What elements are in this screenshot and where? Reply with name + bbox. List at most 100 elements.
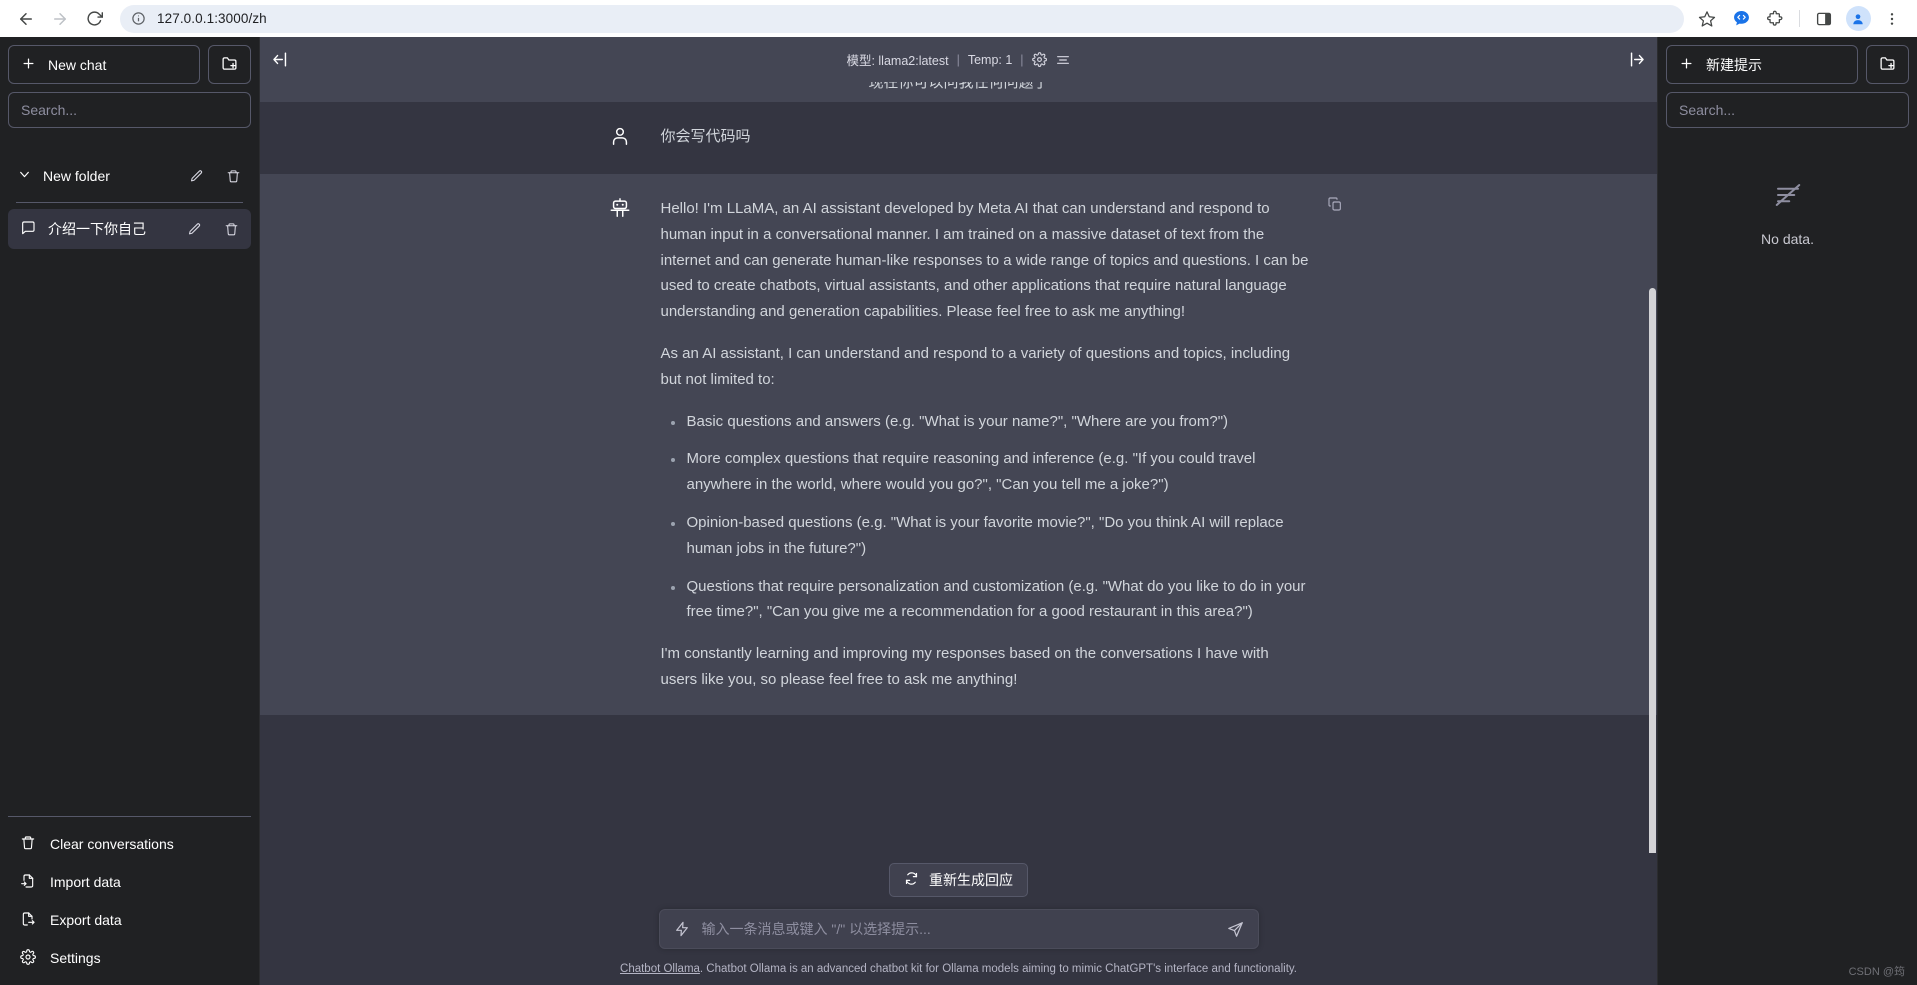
left-sidebar-top-row: New chat (8, 45, 251, 84)
copy-icon[interactable] (1327, 196, 1343, 217)
extensions-puzzle-icon[interactable] (1760, 4, 1790, 34)
conversation-edit-icon[interactable] (187, 222, 202, 237)
bookmark-star-icon[interactable] (1692, 4, 1722, 34)
new-chat-label: New chat (48, 56, 107, 73)
profile-avatar[interactable] (1843, 4, 1873, 34)
chat-header: 模型: llama2:latest | Temp: 1 | (260, 37, 1657, 82)
import-icon (20, 873, 36, 892)
settings-label: Settings (50, 950, 101, 966)
import-data-button[interactable]: Import data (8, 863, 251, 901)
assistant-paragraph-3: I'm constantly learning and improving my… (660, 645, 1269, 688)
clear-conversations-button[interactable]: Clear conversations (8, 825, 251, 863)
conversation-settings-gear-icon[interactable] (1031, 52, 1047, 67)
collapse-left-sidebar-button[interactable] (272, 50, 291, 69)
clear-conversations-label: Clear conversations (50, 836, 174, 852)
prompts-empty-state: No data. (1666, 180, 1909, 247)
conversation-item[interactable]: 介绍一下你自己 (8, 209, 251, 249)
prompt-shortcut-bolt-icon[interactable] (674, 921, 690, 937)
conversation-title: 介绍一下你自己 (48, 221, 146, 237)
header-separator-2: | (1020, 52, 1024, 67)
browser-back-button[interactable] (10, 3, 42, 35)
address-bar[interactable]: 127.0.0.1:3000/zh (120, 4, 1684, 33)
user-message-text: 你会写代码吗 (660, 128, 751, 145)
composer-area: 重新生成回应 输入一条消息或键入 "/" 以选择提示... Chatbot Ol… (260, 853, 1657, 985)
left-sidebar: New chat Search... New folder 介绍一下你自己 Cl… (0, 37, 260, 985)
header-separator-1: | (956, 52, 960, 67)
prompt-search-input[interactable]: Search... (1666, 92, 1909, 128)
browser-reload-button[interactable] (78, 3, 110, 35)
chat-scrollbar-thumb[interactable] (1649, 288, 1656, 853)
chevron-down-icon[interactable] (18, 168, 31, 184)
message-input[interactable]: 输入一条消息或键入 "/" 以选择提示... (658, 909, 1259, 949)
export-data-label: Export data (50, 912, 122, 928)
sidebar-search-placeholder: Search... (21, 102, 78, 118)
folder-delete-icon[interactable] (226, 169, 241, 184)
chat-header-center: 模型: llama2:latest | Temp: 1 | (291, 50, 1626, 69)
refresh-icon (904, 871, 919, 889)
plus-icon (21, 56, 36, 74)
no-data-label: No data. (1761, 231, 1814, 247)
url-text: 127.0.0.1:3000/zh (157, 11, 267, 26)
new-folder-button[interactable] (208, 45, 251, 84)
browser-forward-button[interactable] (44, 3, 76, 35)
chat-message-list[interactable]: 现在你可以问我任何问题了 你会写代码吗 Hello! I'm LLaMA, an (260, 82, 1657, 853)
assistant-paragraph-2: As an AI assistant, I can understand and… (660, 344, 1291, 388)
side-panel-icon[interactable] (1809, 4, 1839, 34)
user-icon (609, 124, 639, 152)
right-sidebar: 新建提示 Search... No data. (1657, 37, 1917, 985)
chat-message-assistant: Hello! I'm LLaMA, an AI assistant develo… (260, 174, 1657, 715)
regenerate-response-button[interactable]: 重新生成回应 (889, 863, 1028, 897)
new-prompt-label: 新建提示 (1706, 56, 1762, 73)
assistant-paragraph-1: Hello! I'm LLaMA, an AI assistant develo… (660, 200, 1309, 321)
footer-note: Chatbot Ollama. Chatbot Ollama is an adv… (260, 949, 1657, 975)
new-prompt-button[interactable]: 新建提示 (1666, 45, 1858, 84)
assistant-message-body: Hello! I'm LLaMA, an AI assistant develo… (661, 196, 1309, 693)
assistant-bullet-list: Basic questions and answers (e.g. "What … (661, 409, 1309, 626)
import-data-label: Import data (50, 874, 121, 890)
robot-icon (609, 196, 639, 693)
conversation-delete-icon[interactable] (224, 222, 239, 237)
left-sidebar-bottom-menu: Clear conversations Import data Export d… (8, 816, 251, 977)
export-data-button[interactable]: Export data (8, 901, 251, 939)
settings-button[interactable]: Settings (8, 939, 251, 977)
gear-icon (20, 948, 36, 968)
code-chat-extension-icon[interactable] (1726, 4, 1756, 34)
assistant-bullet-item: Opinion-based questions (e.g. "What is y… (670, 510, 1309, 562)
temperature-label: Temp: 1 (967, 52, 1013, 67)
message-input-placeholder: 输入一条消息或键入 "/" 以选择提示... (701, 921, 931, 937)
folder-plus-icon (221, 55, 238, 75)
folder-name: New folder (43, 168, 110, 184)
chat-scrollbar[interactable] (1648, 82, 1657, 853)
collapse-right-sidebar-button[interactable] (1626, 50, 1645, 69)
folder-row[interactable]: New folder (8, 160, 251, 192)
regenerate-response-label: 重新生成回应 (929, 872, 1013, 888)
footer-description: . Chatbot Ollama is an advanced chatbot … (699, 963, 1297, 975)
chat-message-user: 你会写代码吗 (260, 102, 1657, 174)
system-prompt-list-icon[interactable] (1055, 52, 1071, 68)
folder-section: New folder 介绍一下你自己 (8, 160, 251, 249)
folder-plus-icon (1879, 55, 1896, 75)
browser-toolbar: 127.0.0.1:3000/zh (0, 0, 1917, 37)
toolbar-divider (1799, 10, 1800, 27)
scrolled-partial-message: 现在你可以问我任何问题了 (260, 82, 1657, 102)
new-prompt-folder-button[interactable] (1866, 45, 1909, 84)
browser-menu-icon[interactable] (1877, 4, 1907, 34)
prompt-search-placeholder: Search... (1679, 102, 1736, 118)
app-root: New chat Search... New folder 介绍一下你自己 Cl… (0, 37, 1917, 985)
export-icon (20, 911, 36, 930)
plus-icon (1679, 56, 1694, 74)
right-sidebar-top-row: 新建提示 (1666, 45, 1909, 84)
chat-panel: 模型: llama2:latest | Temp: 1 | 现在你可以问我任何问… (260, 37, 1657, 985)
chatbot-ollama-link[interactable]: Chatbot Ollama (620, 963, 700, 975)
sidebar-search-input[interactable]: Search... (8, 92, 251, 128)
assistant-bullet-item: Questions that require personalization a… (670, 574, 1309, 626)
trash-icon (20, 835, 36, 854)
browser-toolbar-icons (1692, 4, 1907, 34)
send-icon[interactable] (1227, 921, 1244, 938)
model-label: 模型: llama2:latest (846, 54, 949, 68)
folder-edit-icon[interactable] (189, 169, 204, 184)
new-chat-button[interactable]: New chat (8, 45, 200, 84)
watermark: CSDN @筠 (1848, 966, 1905, 978)
scrolled-partial-text: 现在你可以问我任何问题了 (868, 82, 1049, 91)
site-info-icon[interactable] (130, 10, 147, 27)
